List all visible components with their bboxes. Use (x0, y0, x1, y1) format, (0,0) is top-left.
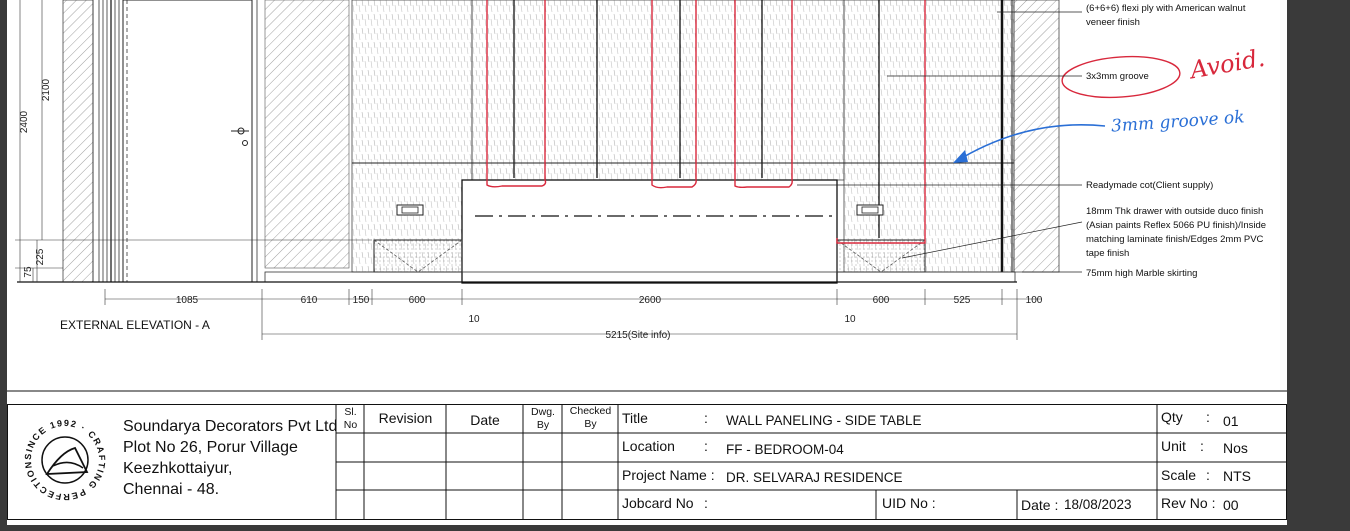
readymade-cot (461, 179, 838, 284)
company-address-1: Plot No 26, Porur Village (123, 439, 298, 456)
elevation-title: EXTERNAL ELEVATION - A (60, 318, 210, 332)
company-logo: SINCE 1992 · CRAFTING PERFECTION (23, 418, 107, 502)
location-value: FF - BEDROOM-04 (726, 442, 844, 457)
wall-panel-left (351, 0, 473, 273)
rev-value: 00 (1223, 497, 1239, 513)
header-sl-no: Sl. No (343, 406, 358, 431)
wall-panel-center (471, 0, 845, 181)
note-drawer: 18mm Thk drawer with outside duco finish… (1086, 206, 1267, 259)
horizontal-dimensions (104, 289, 1042, 340)
right-hatched-wall-left-block (264, 0, 350, 269)
company-name: Soundarya Decorators Pvt Ltd (123, 418, 338, 435)
date-value: 18/08/2023 (1064, 497, 1132, 512)
title-block: SINCE 1992 · CRAFTING PERFECTION Soundar… (7, 404, 1287, 520)
switch-right (856, 204, 884, 216)
note-cot: Readymade cot(Client supply) (1086, 180, 1214, 191)
switch-left (396, 204, 424, 216)
header-checked-by: Checked By (569, 405, 612, 430)
unit-colon: : (1200, 438, 1204, 454)
dim-1085: 1085 (176, 295, 199, 306)
drawer-left (373, 239, 463, 273)
qty-label: Qty (1161, 409, 1183, 425)
svg-text:SINCE 1992 · CRAFTING PERFECTI: SINCE 1992 · CRAFTING PERFECTION (23, 418, 107, 502)
jobcard-colon: : (704, 495, 708, 511)
dim-2100: 2100 (41, 78, 52, 101)
scale-colon: : (1206, 467, 1210, 483)
wall-panel-right (843, 0, 1015, 273)
unit-label: Unit (1161, 438, 1186, 454)
door-handle (231, 127, 249, 146)
note-groove: 3x3mm groove (1086, 71, 1149, 82)
header-date: Date (470, 412, 500, 428)
company-info: Soundarya Decorators Pvt Ltd Plot No 26,… (123, 416, 337, 500)
dim-610: 610 (301, 295, 318, 306)
dim-225: 225 (35, 248, 46, 265)
dim-offset-right: 10 (844, 314, 856, 325)
header-dwg-by: Dwg. By (531, 406, 555, 431)
rev-label: Rev No : (1161, 495, 1216, 511)
qty-value: 01 (1223, 413, 1239, 429)
date-label: Date : (1021, 497, 1059, 513)
dim-525: 525 (954, 295, 971, 306)
dim-600-right: 600 (873, 295, 890, 306)
dim-100: 100 (1026, 295, 1043, 306)
company-address-2: Keezhkottaiyur, (123, 460, 233, 477)
note-skirting: 75mm high Marble skirting (1086, 268, 1198, 279)
dim-2400: 2400 (19, 110, 30, 133)
project-label: Project Name : (622, 467, 715, 483)
scale-label: Scale (1161, 467, 1197, 483)
unit-value: Nos (1223, 440, 1248, 456)
drawing-sheet: 2400 2100 225 75 1085 610 150 600 2600 6… (7, 0, 1287, 525)
note-flexi-ply: (6+6+6) flexi ply with American walnut v… (1086, 3, 1246, 28)
scale-value: NTS (1223, 468, 1251, 484)
elevation-drawing: 2400 2100 225 75 1085 610 150 600 2600 6… (7, 0, 1287, 392)
title-colon: : (704, 410, 708, 426)
dim-600-left: 600 (409, 295, 426, 306)
location-label: Location (622, 438, 675, 454)
dim-overall: 5215(Site info) (605, 330, 670, 341)
dim-2600: 2600 (639, 295, 662, 306)
dim-offset-left: 10 (468, 314, 480, 325)
title-value: WALL PANELING - SIDE TABLE (726, 413, 922, 428)
project-value: DR. SELVARAJ RESIDENCE (726, 470, 903, 485)
location-colon: : (704, 438, 708, 454)
dim-150: 150 (353, 295, 370, 306)
jobcard-label: Jobcard No (622, 495, 694, 511)
header-revision: Revision (378, 410, 433, 426)
company-address-3: Chennai - 48. (123, 481, 220, 498)
qty-colon: : (1206, 409, 1210, 425)
title-label: Title (622, 410, 648, 426)
dim-75: 75 (23, 266, 34, 278)
uid-label: UID No : (882, 495, 936, 511)
